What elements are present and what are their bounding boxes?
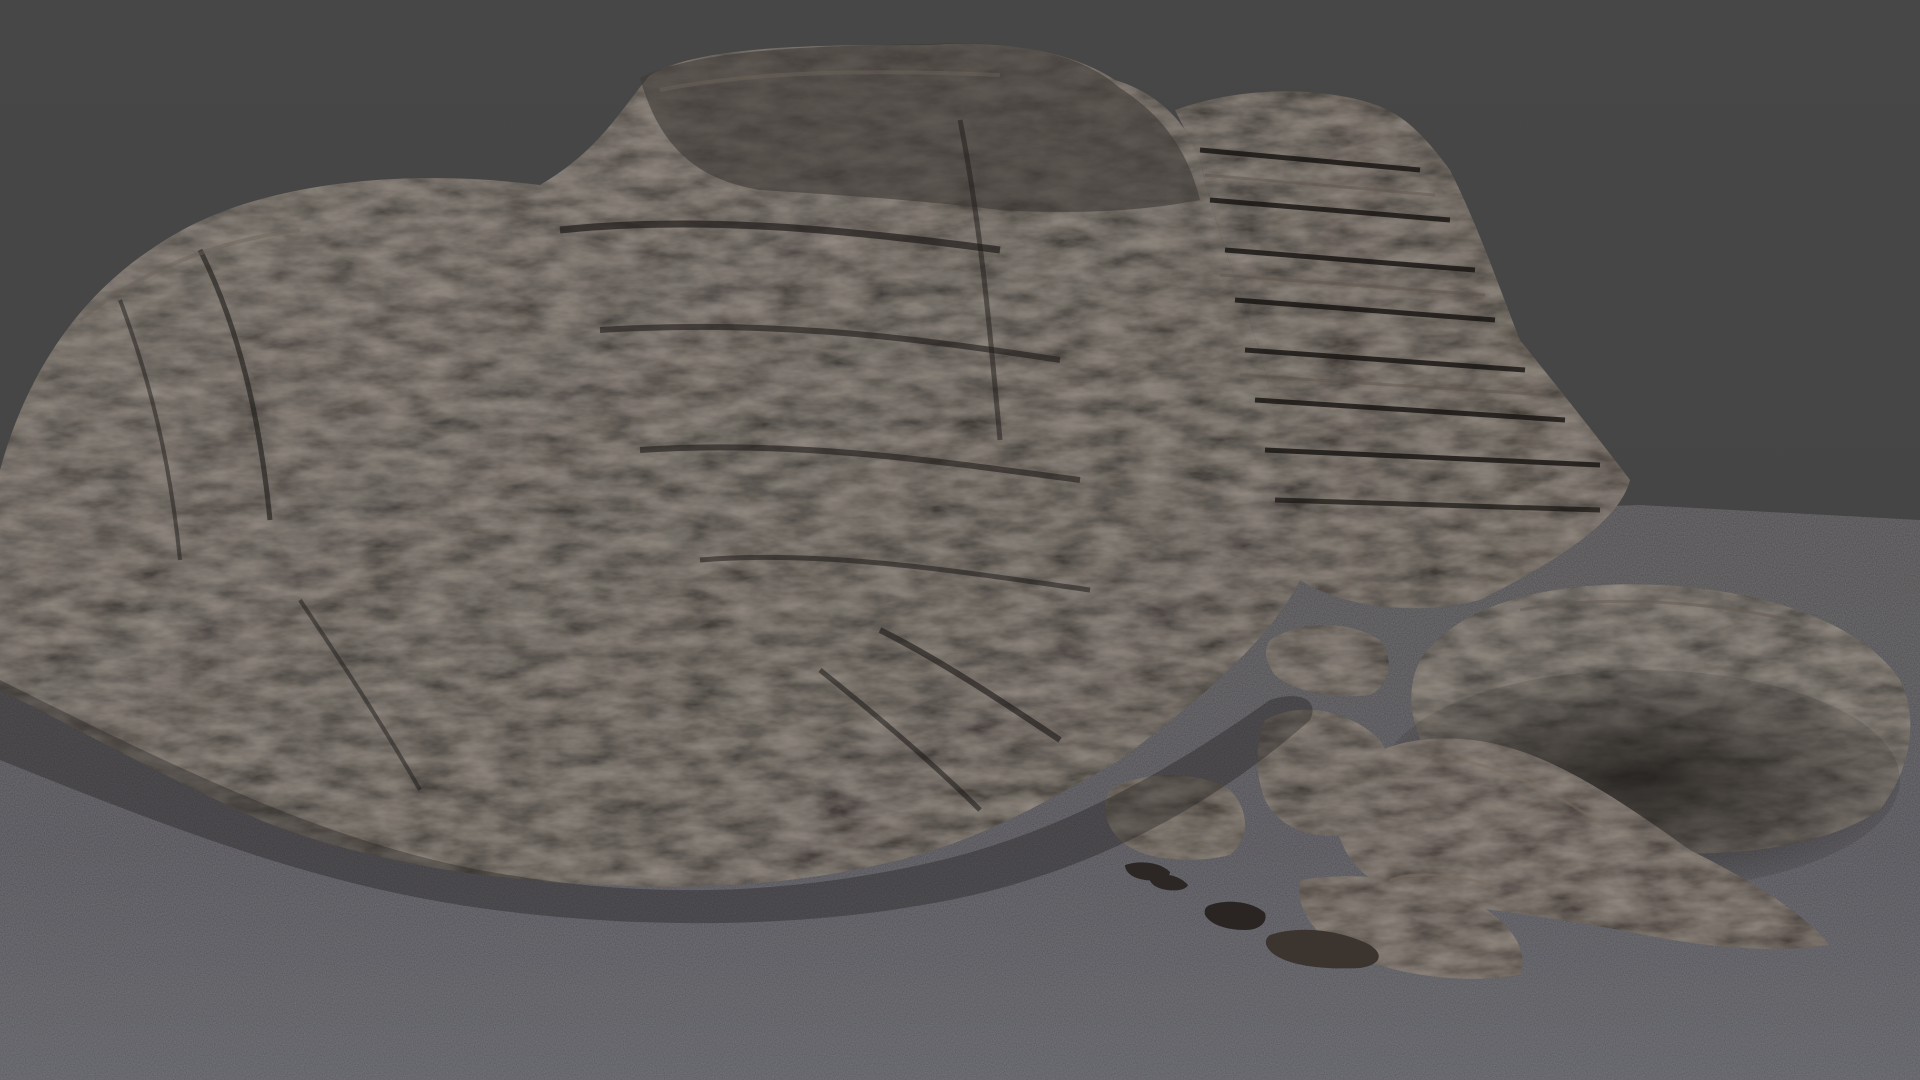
main-rock-mass bbox=[0, 43, 1300, 887]
render-viewport bbox=[0, 0, 1920, 1080]
rock-scene bbox=[0, 43, 1920, 1080]
